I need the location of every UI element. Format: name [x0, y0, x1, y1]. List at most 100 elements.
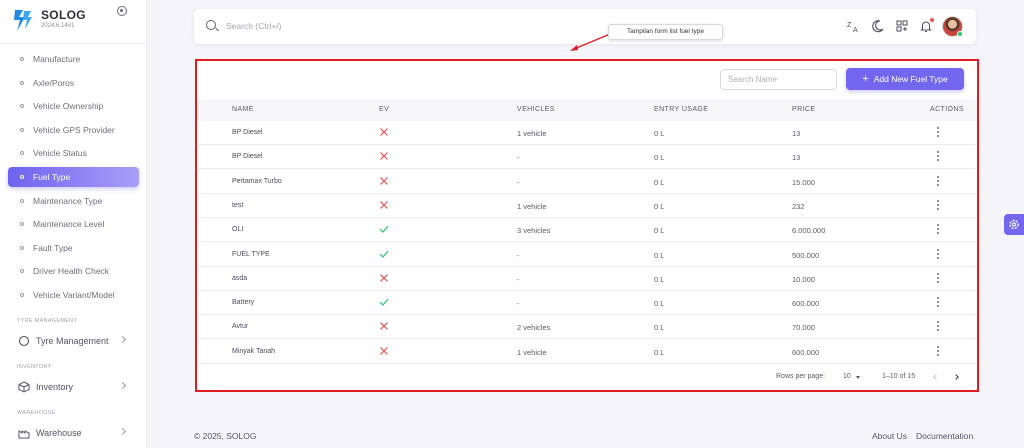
solog-logo-icon: [14, 10, 32, 31]
copyright-text: © 2025, SOLOG: [194, 431, 257, 441]
cell-entry-usage: 0 L: [654, 274, 665, 284]
cell-name: Pertamax Turbo: [232, 177, 282, 185]
search-name-input[interactable]: Search Name: [720, 69, 837, 90]
cell-vehicles: 1 vehicle: [517, 347, 547, 357]
table-row[interactable]: FUEL TYPE - 0 L 500.000: [197, 243, 977, 267]
table-row[interactable]: OLI 3 vehicles 0 L 6.000.000: [197, 218, 977, 243]
chevron-right-icon[interactable]: [953, 374, 959, 380]
more-vertical-icon[interactable]: [937, 151, 940, 162]
cell-price: 10.000: [792, 274, 815, 284]
chevron-left-icon[interactable]: [933, 374, 939, 380]
sidebar-item-label: Fault Type: [33, 242, 73, 253]
svg-text:Z: Z: [847, 22, 852, 29]
more-vertical-icon[interactable]: [937, 297, 940, 308]
notification-badge: [930, 18, 934, 22]
sidebar-item-label: Maintenance Type: [33, 195, 103, 206]
circle-bullet-icon: [20, 151, 24, 156]
sidebar-item[interactable]: Maintenance Level: [8, 214, 139, 234]
sidebar-group-inventory[interactable]: Inventory: [8, 377, 139, 397]
cell-name: test: [232, 201, 244, 209]
sidebar-item-label: Vehicle Ownership: [33, 101, 104, 112]
more-vertical-icon[interactable]: [937, 345, 940, 357]
caret-down-icon[interactable]: [856, 376, 860, 379]
documentation-link[interactable]: Documentation: [916, 431, 973, 441]
sidebar-item[interactable]: Driver Health Check: [8, 261, 139, 281]
sidebar-item-label: Vehicle GPS Provider: [33, 124, 115, 135]
sidebar-group-warehouse[interactable]: Warehouse: [8, 423, 139, 443]
sidebar-item-label: Vehicle Status: [33, 148, 87, 159]
sidebar-item[interactable]: Fault Type: [8, 238, 139, 258]
sidebar-item[interactable]: Vehicle Ownership: [8, 96, 139, 116]
sidebar-item[interactable]: Fuel Type: [8, 167, 139, 187]
check-icon: [379, 298, 389, 306]
table-row[interactable]: test 1 vehicle 0 L 232: [197, 194, 977, 218]
section-label-tyre: TYRE MANAGEMENT: [17, 318, 78, 324]
more-vertical-icon[interactable]: [937, 272, 940, 284]
rows-per-page-label: Rows per page:: [776, 373, 826, 380]
sidebar-item-label: Fuel Type: [33, 172, 71, 182]
column-header-price: PRICE: [792, 106, 816, 113]
rows-per-page-select[interactable]: 10: [843, 373, 851, 380]
cell-price: 600.000: [792, 299, 820, 309]
cell-entry-usage: 0 L: [654, 201, 665, 211]
cell-name: BP Diesel: [232, 129, 263, 136]
about-us-link[interactable]: About Us: [872, 431, 907, 441]
shortcuts-grid-icon[interactable]: [895, 19, 909, 33]
theme-moon-icon[interactable]: [871, 19, 885, 33]
add-new-fuel-type-button[interactable]: + Add New Fuel Type: [846, 68, 964, 90]
close-icon: [380, 322, 388, 331]
table-row[interactable]: Avtur 2 vehicles 0 L 70.000: [197, 315, 977, 340]
cell-vehicles: -: [517, 274, 520, 284]
sidebar: SOLOG 2024.6.14#1 Manufacture Axle/Poros V…: [0, 0, 147, 448]
sidebar-item[interactable]: Axle/Poros: [8, 73, 139, 93]
plus-icon: +: [862, 73, 869, 85]
search-icon[interactable]: [206, 20, 216, 30]
cell-price: 70.000: [792, 323, 815, 333]
cell-vehicles: 3 vehicles: [517, 226, 551, 236]
circle-icon: [18, 335, 30, 347]
table-row[interactable]: Battery - 0 L 600.000: [197, 291, 977, 316]
table-row[interactable]: BP Diesel - 0 L 13: [197, 145, 977, 170]
circle-bullet-icon: [20, 222, 24, 227]
table-row[interactable]: Pertamax Turbo - 0 L 15.000: [197, 170, 977, 194]
online-status-dot: [957, 31, 963, 37]
cell-vehicles: -: [517, 177, 520, 187]
sidebar-item[interactable]: Manufacture: [8, 49, 139, 69]
sidebar-group-label: Warehouse: [36, 428, 82, 438]
sidebar-group-tyre-management[interactable]: Tyre Management: [8, 331, 139, 351]
table-header: NAME EV VEHICLES ENTRY USAGE PRICE ACTIO…: [197, 99, 977, 121]
sidebar-item[interactable]: Vehicle Status: [8, 143, 139, 163]
global-search-input[interactable]: Search (Ctrl+/): [226, 21, 282, 31]
translate-icon[interactable]: Z A: [846, 19, 860, 33]
more-vertical-icon[interactable]: [937, 248, 940, 260]
sidebar-item[interactable]: Vehicle Variant/Model: [8, 285, 139, 305]
cell-entry-usage: 0 L: [654, 129, 665, 138]
more-vertical-icon[interactable]: [937, 199, 940, 211]
sidebar-collapse-icon[interactable]: [117, 6, 127, 16]
table-row[interactable]: asda - 0 L 10.000: [197, 267, 977, 291]
annotation-callout: Tampilan form list fuel type: [608, 24, 723, 40]
cell-entry-usage: 0 L: [654, 226, 665, 236]
sidebar-item-label: Vehicle Variant/Model: [33, 290, 115, 300]
sidebar-item[interactable]: Maintenance Type: [8, 191, 139, 211]
more-vertical-icon[interactable]: [937, 321, 940, 332]
table-row[interactable]: Minyak Tanah 1 vehicle 0 L 600.000: [197, 340, 977, 364]
cell-price: 600.000: [792, 347, 820, 357]
circle-bullet-icon: [20, 245, 24, 250]
chevron-right-icon: [118, 335, 127, 344]
circle-bullet-icon: [20, 269, 24, 274]
cell-name: BP Diesel: [232, 153, 263, 161]
table-row[interactable]: BP Diesel 1 vehicle 0 L 13: [197, 121, 977, 145]
column-header-entry-usage: ENTRY USAGE: [654, 106, 709, 113]
cell-price: 6.000.000: [792, 226, 826, 236]
customizer-toggle[interactable]: [1004, 214, 1024, 235]
sidebar-group-label: Inventory: [36, 382, 74, 392]
more-vertical-icon[interactable]: [937, 175, 940, 187]
sidebar-item[interactable]: Vehicle GPS Provider: [8, 120, 139, 140]
more-vertical-icon[interactable]: [937, 224, 940, 235]
circle-bullet-icon: [20, 57, 24, 61]
circle-bullet-icon: [20, 198, 24, 203]
annotation-arrow: [570, 33, 611, 51]
more-vertical-icon[interactable]: [937, 127, 940, 138]
cell-vehicles: -: [517, 250, 520, 260]
